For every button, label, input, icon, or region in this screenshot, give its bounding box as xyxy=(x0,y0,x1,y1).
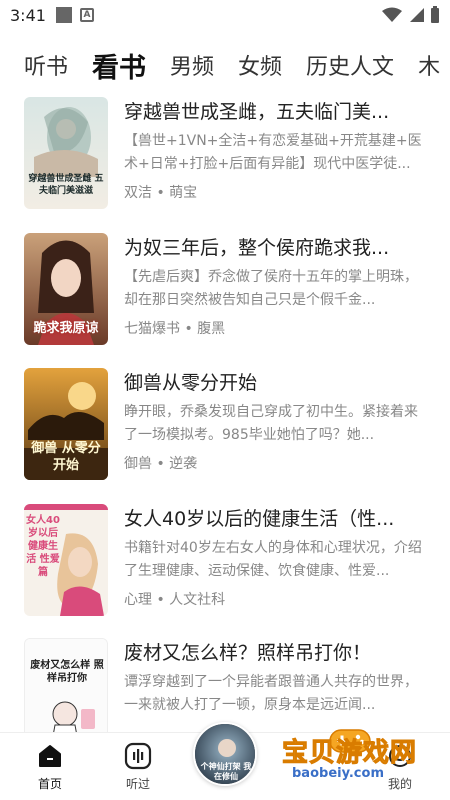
book-title: 御兽从零分开始 xyxy=(124,372,258,394)
book-description: 谭浮穿越到了一个异能者跟普通人共存的世界，一来就被人打了一顿，原身本是远近闻..… xyxy=(124,674,418,713)
cover-title-text: 穿越兽世成圣雌 五夫临门美滋滋 xyxy=(28,174,104,196)
category-tabs: 听书 看书 男频 女频 历史人文 木 xyxy=(0,40,450,90)
book-tags: 心理 • 人文社科 xyxy=(124,592,226,608)
tab-history-culture[interactable]: 历史人文 xyxy=(306,49,394,81)
cover-title-text: 女人40岁以后 健康生活 性爱篇 xyxy=(26,515,60,578)
tab-male-channel[interactable]: 男频 xyxy=(170,49,214,81)
cover-title-text: 废材又怎么样 照样吊打你 xyxy=(30,660,104,684)
watermark-url: baobeiy.com xyxy=(292,766,384,781)
cover-title-text: 跪求我原谅 xyxy=(33,321,99,336)
nav-home[interactable]: 首页 xyxy=(20,739,80,792)
book-description: 书籍针对40岁左右女人的身体和心理状况，介绍了生理健康、运动保健、饮食健康、性爱… xyxy=(124,540,422,579)
watermark-text: 宝贝游戏网 xyxy=(281,738,418,769)
book-title: 穿越兽世成圣雌，五夫临门美... xyxy=(124,101,390,123)
tab-read-books[interactable]: 看书 xyxy=(92,46,146,85)
book-title: 废材又怎么样？照样吊打你！ xyxy=(124,642,372,664)
tab-more-cut[interactable]: 木 xyxy=(418,49,440,81)
book-item[interactable]: 御兽 从零分开始 御兽从零分开始 睁开眼，乔桑发现自己穿成了初中生。紧接着来了一… xyxy=(24,368,434,480)
cover-title-text: 御兽 从零分开始 xyxy=(31,441,101,473)
tab-female-channel[interactable]: 女频 xyxy=(238,49,282,81)
signal-icon xyxy=(410,8,424,22)
book-item[interactable]: 穿越兽世成圣雌 五夫临门美滋滋 穿越兽世成圣雌，五夫临门美... 【兽世+1VN… xyxy=(24,97,434,209)
book-item[interactable]: 女人40岁以后 健康生活 性爱篇 女人40岁以后的健康生活（性... 书籍针对4… xyxy=(24,504,434,616)
status-time: 3:41 xyxy=(10,5,46,25)
audio-wave-icon xyxy=(124,742,152,770)
book-cover[interactable]: 废材又怎么样 照样吊打你 xyxy=(24,638,108,732)
book-description: 【兽世+1VN+全洁+有恋爱基础+开荒基建+医术+日常+打脸+后面有异能】现代中… xyxy=(124,133,422,172)
book-tags: 七猫爆书 • 腹黑 xyxy=(124,321,226,337)
book-list: 穿越兽世成圣雌 五夫临门美滋滋 穿越兽世成圣雌，五夫临门美... 【兽世+1VN… xyxy=(0,95,450,732)
notification-square-icon xyxy=(55,7,72,23)
nav-home-label: 首页 xyxy=(37,777,62,791)
book-cover[interactable]: 跪求我原谅 xyxy=(24,233,108,345)
status-icons xyxy=(382,6,440,24)
nav-listened-label: 听过 xyxy=(125,777,150,791)
book-description: 【先虐后爽】乔念做了侯府十五年的掌上明珠，却在那日突然被告知自己只是个假千金..… xyxy=(124,269,418,308)
now-playing-disc[interactable]: 个神仙打架 我在修仙 xyxy=(193,722,257,786)
status-bar: 3:41 A xyxy=(0,0,450,30)
wifi-icon xyxy=(382,7,402,22)
disc-cover-text: 个神仙打架 我在修仙 xyxy=(200,762,252,781)
book-cover[interactable]: 御兽 从零分开始 xyxy=(24,368,108,480)
home-icon xyxy=(39,745,61,767)
book-title: 女人40岁以后的健康生活（性... xyxy=(124,508,395,530)
book-tags: 双洁 • 萌宝 xyxy=(124,185,198,201)
book-description: 睁开眼，乔桑发现自己穿成了初中生。紧接着来了一场模拟考。985毕业她怕了吗？她.… xyxy=(124,404,418,443)
a-notification-icon: A xyxy=(79,8,94,22)
battery-icon xyxy=(431,6,439,23)
nav-listened[interactable]: 听过 xyxy=(108,739,168,792)
book-tags: 御兽 • 逆袭 xyxy=(124,456,198,472)
site-watermark: 宝贝游戏网 baobeiy.com xyxy=(281,728,432,794)
book-item[interactable]: 废材又怎么样 照样吊打你 废材又怎么样？照样吊打你！ 谭浮穿越到了一个异能者跟普… xyxy=(24,638,434,732)
book-cover[interactable]: 穿越兽世成圣雌 五夫临门美滋滋 xyxy=(24,97,108,209)
book-title: 为奴三年后，整个侯府跪求我... xyxy=(124,237,390,259)
tab-listen-books[interactable]: 听书 xyxy=(24,49,68,81)
book-item[interactable]: 跪求我原谅 为奴三年后，整个侯府跪求我... 【先虐后爽】乔念做了侯府十五年的掌… xyxy=(24,233,434,345)
book-cover[interactable]: 女人40岁以后 健康生活 性爱篇 xyxy=(24,504,108,616)
